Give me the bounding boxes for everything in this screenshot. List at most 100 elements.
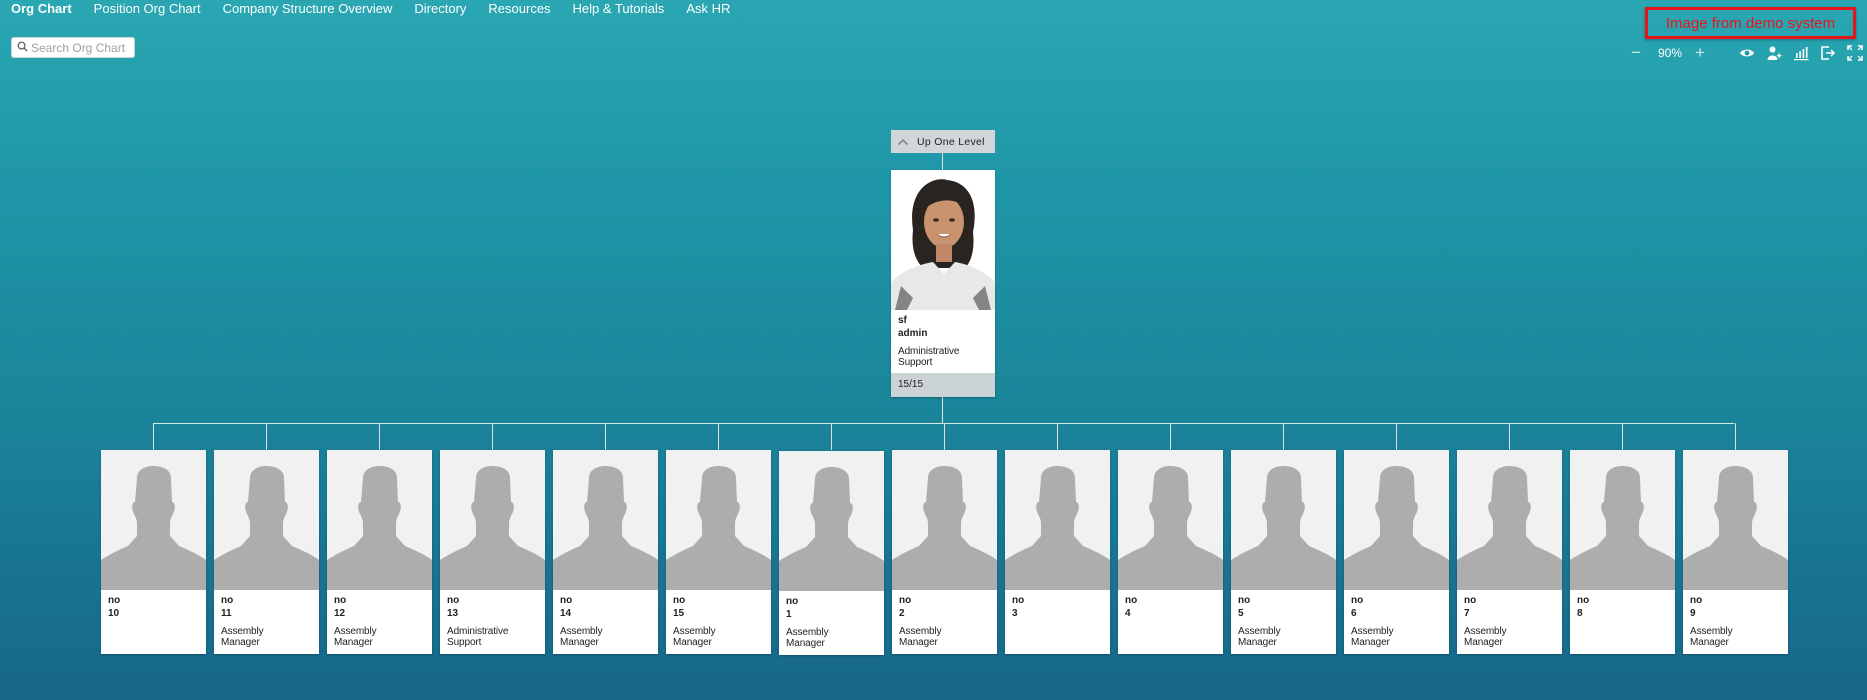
analytics-button[interactable]	[1792, 44, 1810, 62]
employee-card[interactable]: no 1 Assembly Manager	[779, 451, 884, 655]
employee-last-name: 5	[1238, 608, 1244, 619]
connector-to-child	[718, 423, 719, 450]
employee-job-title: Assembly Manager	[1464, 626, 1507, 648]
nav-company-structure-overview[interactable]: Company Structure Overview	[223, 0, 393, 18]
employee-last-name: 9	[1690, 608, 1696, 619]
connector-to-child	[1283, 423, 1284, 450]
bar-chart-icon	[1794, 47, 1809, 61]
employee-first-name: no	[108, 595, 121, 606]
connector-to-child	[831, 423, 832, 450]
root-job-title: Administrative Support	[898, 346, 960, 368]
connector-to-child	[605, 423, 606, 450]
connector-to-child	[1170, 423, 1171, 450]
nav-resources[interactable]: Resources	[488, 0, 550, 18]
employee-job-title: Assembly Manager	[899, 626, 942, 648]
direct-reports-count[interactable]: 15/15	[891, 373, 995, 397]
view-options-button[interactable]	[1738, 44, 1756, 62]
employee-card[interactable]: no 12 Assembly Manager	[327, 450, 432, 654]
connector-to-child	[1396, 423, 1397, 450]
fullscreen-button[interactable]	[1846, 44, 1864, 62]
nav-ask-hr[interactable]: Ask HR	[686, 0, 730, 18]
employee-first-name: no	[221, 595, 234, 606]
employee-last-name: 3	[1012, 608, 1018, 619]
employee-card[interactable]: no 6 Assembly Manager	[1344, 450, 1449, 654]
employee-card[interactable]: no 8	[1570, 450, 1675, 654]
search-input[interactable]	[31, 40, 131, 55]
employee-card[interactable]: no 13 Administrative Support	[440, 450, 545, 654]
employee-job-title: Assembly Manager	[673, 626, 716, 648]
employee-first-name: no	[1012, 595, 1025, 606]
employee-card[interactable]: no 9 Assembly Manager	[1683, 450, 1788, 654]
placeholder-avatar-icon	[1457, 450, 1562, 590]
employee-last-name: 1	[786, 609, 792, 620]
employee-first-name: no	[334, 595, 347, 606]
employee-last-name: 13	[447, 608, 459, 619]
nav-org-chart[interactable]: Org Chart	[11, 0, 72, 18]
employee-card[interactable]: no 4	[1118, 450, 1223, 654]
placeholder-avatar-icon	[327, 450, 432, 590]
employee-first-name: no	[1577, 595, 1590, 606]
placeholder-avatar-icon	[1231, 450, 1336, 590]
employee-first-name: no	[1125, 595, 1138, 606]
employee-job-title: Administrative Support	[447, 626, 509, 648]
up-one-level-button[interactable]: Up One Level	[891, 130, 995, 153]
nav-position-org-chart[interactable]: Position Org Chart	[94, 0, 201, 18]
employee-card[interactable]: no 11 Assembly Manager	[214, 450, 319, 654]
placeholder-avatar-icon	[214, 450, 319, 590]
connector-to-child	[153, 423, 154, 450]
zoom-in-button[interactable]: +	[1692, 43, 1708, 63]
placeholder-avatar-icon	[553, 450, 658, 590]
employee-card[interactable]: no 10	[101, 450, 206, 654]
eye-icon	[1740, 49, 1755, 57]
add-person-button[interactable]	[1765, 44, 1783, 62]
employee-last-name: 12	[334, 608, 346, 619]
connector-to-child	[492, 423, 493, 450]
connector-to-child	[379, 423, 380, 450]
employee-card[interactable]: no 14 Assembly Manager	[553, 450, 658, 654]
chart-toolbar: − 90% +	[1628, 43, 1867, 63]
employee-last-name: 14	[560, 608, 572, 619]
employee-last-name: 8	[1577, 608, 1583, 619]
employee-last-name: 15	[673, 608, 685, 619]
connector-root-down	[942, 397, 943, 424]
employee-card[interactable]: no 7 Assembly Manager	[1457, 450, 1562, 654]
chevron-up-icon	[897, 138, 909, 145]
add-user-icon	[1767, 46, 1782, 60]
employee-card[interactable]: no 15 Assembly Manager	[666, 450, 771, 654]
employee-job-title: Assembly Manager	[1351, 626, 1394, 648]
placeholder-avatar-icon	[1118, 450, 1223, 590]
plus-icon: +	[1695, 43, 1705, 62]
placeholder-avatar-icon	[101, 450, 206, 590]
employee-first-name: no	[1464, 595, 1477, 606]
employee-first-name: no	[899, 595, 912, 606]
employee-card[interactable]: no 2 Assembly Manager	[892, 450, 997, 654]
nav-directory[interactable]: Directory	[414, 0, 466, 18]
employee-last-name: 10	[108, 608, 120, 619]
employee-first-name: no	[560, 595, 573, 606]
employee-first-name: no	[673, 595, 686, 606]
placeholder-avatar-icon	[1005, 450, 1110, 590]
fullscreen-icon	[1847, 45, 1863, 61]
placeholder-avatar-icon	[892, 450, 997, 590]
employee-job-title: Assembly Manager	[1690, 626, 1733, 648]
connector-to-child	[1057, 423, 1058, 450]
employee-first-name: no	[1238, 595, 1251, 606]
placeholder-avatar-icon	[440, 450, 545, 590]
placeholder-avatar-icon	[1570, 450, 1675, 590]
connector-up-to-root	[942, 153, 943, 170]
employee-job-title: Assembly Manager	[560, 626, 603, 648]
root-last-name: admin	[898, 328, 928, 339]
employee-last-name: 2	[899, 608, 905, 619]
employee-last-name: 6	[1351, 608, 1357, 619]
connector-to-child	[1735, 423, 1736, 450]
employee-job-title: Assembly Manager	[1238, 626, 1281, 648]
employee-card[interactable]: no 5 Assembly Manager	[1231, 450, 1336, 654]
export-button[interactable]	[1819, 44, 1837, 62]
zoom-out-button[interactable]: −	[1628, 43, 1644, 63]
employee-card[interactable]: no 3	[1005, 450, 1110, 654]
employee-first-name: no	[786, 596, 799, 607]
connector-to-child	[1622, 423, 1623, 450]
nav-help-tutorials[interactable]: Help & Tutorials	[573, 0, 665, 18]
demo-system-banner: Image from demo system	[1645, 7, 1856, 39]
root-employee-card[interactable]: sf admin Administrative Support 15/15	[891, 170, 995, 397]
